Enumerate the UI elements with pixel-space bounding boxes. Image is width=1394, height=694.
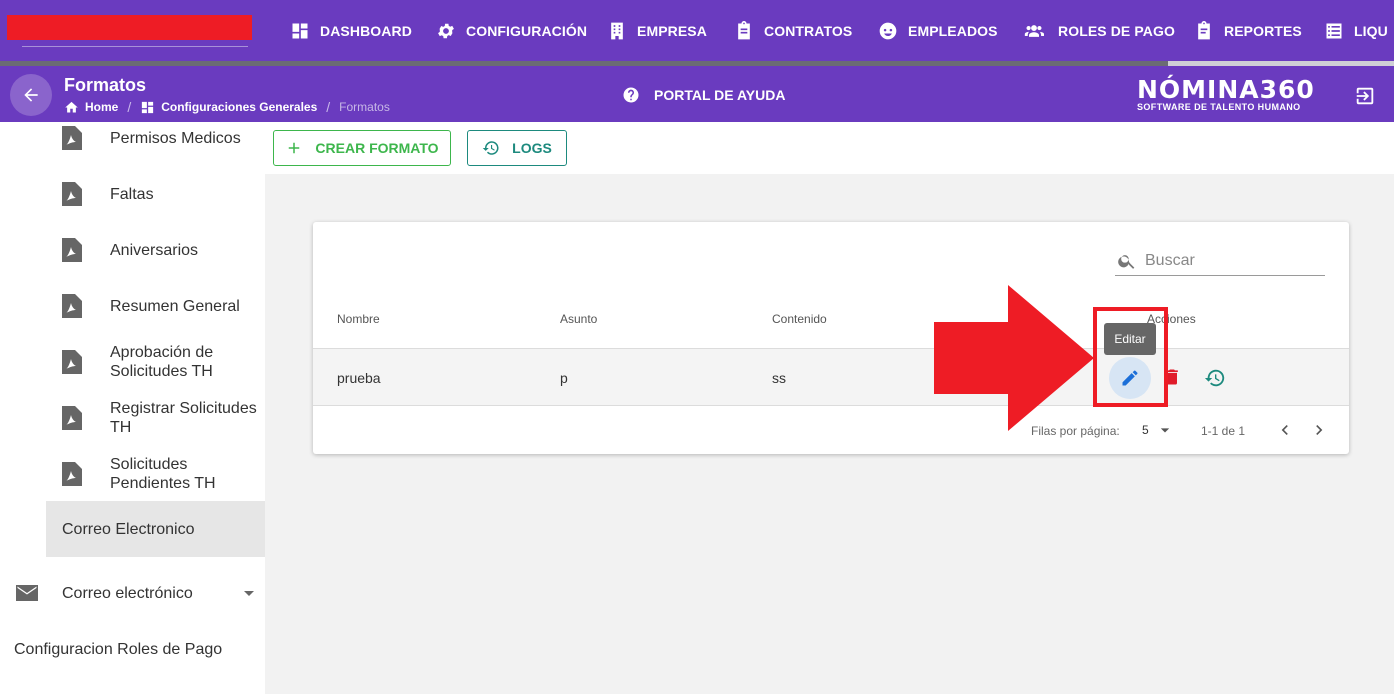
sidebar-item-resumen-general[interactable]: Resumen General	[0, 286, 265, 326]
logo-underline	[22, 46, 248, 47]
face-icon	[879, 22, 897, 40]
formats-table-card: Nombre Asunto Contenido Acciones prueba …	[313, 222, 1349, 454]
gear-icon	[438, 23, 454, 39]
pdf-file-icon	[62, 238, 82, 262]
history-icon	[482, 141, 499, 155]
annotation-highlight-box	[1093, 307, 1168, 407]
breadcrumb-separator: /	[127, 99, 132, 115]
logs-button[interactable]: LOGS	[467, 130, 567, 166]
pdf-file-icon	[62, 462, 82, 486]
sidebar-item-correo-electronico-active[interactable]: Correo Electronico	[46, 501, 265, 557]
help-icon	[623, 87, 639, 103]
breadcrumb-current: Formatos	[339, 100, 390, 114]
rows-per-page-select[interactable]: 5	[1142, 420, 1175, 440]
pdf-file-icon	[62, 350, 82, 374]
page-title: Formatos	[64, 75, 147, 95]
arrow-right-annotation	[934, 285, 1094, 431]
report-icon	[1198, 21, 1210, 40]
help-portal-link[interactable]: PORTAL DE AYUDA	[622, 86, 785, 104]
dashboard-icon	[292, 23, 308, 39]
breadcrumb-home[interactable]: Home	[85, 100, 118, 114]
search-input[interactable]	[1145, 251, 1315, 270]
sidebar-item-permisos-medicos[interactable]: Permisos Medicos	[0, 122, 265, 154]
column-header-nombre[interactable]: Nombre	[337, 312, 380, 326]
page-header: Formatos Home / Configuraciones Generale…	[0, 66, 1394, 122]
pagination-range: 1-1 de 1	[1201, 424, 1246, 438]
nav-roles-de-pago[interactable]: ROLES DE PAGO	[1020, 19, 1175, 43]
create-format-button[interactable]: CREAR FORMATO	[273, 130, 451, 166]
sidebar-item-solicitudes-pendientes[interactable]: Solicitudes Pendientes TH	[0, 454, 265, 494]
cell-asunto: p	[560, 370, 568, 386]
pdf-file-icon	[62, 182, 82, 206]
sidebar-item-aprobacion-solicitudes[interactable]: Aprobación de Solicitudes TH	[0, 342, 265, 382]
sidebar-group-correo-electronico[interactable]: Correo electrónico	[0, 573, 265, 613]
pdf-file-icon	[62, 126, 82, 150]
back-button[interactable]	[10, 74, 52, 116]
nav-configuracion[interactable]: CONFIGURACIÓN	[436, 19, 587, 43]
building-icon	[611, 22, 623, 40]
cell-contenido: ss	[772, 370, 786, 386]
chevron-down-icon	[1160, 428, 1169, 433]
sidebar-group-configuracion-roles[interactable]: Configuracion Roles de Pago	[0, 629, 265, 669]
chevron-down-icon	[244, 591, 254, 596]
cell-nombre: prueba	[337, 370, 381, 386]
nav-liquidaciones[interactable]: LIQU	[1324, 19, 1388, 43]
people-icon	[1024, 25, 1044, 37]
chevron-left-icon	[1281, 425, 1288, 435]
sidebar-item-faltas[interactable]: Faltas	[0, 174, 265, 214]
search-field[interactable]	[1115, 246, 1325, 276]
home-icon	[65, 101, 78, 112]
list-icon	[1326, 23, 1342, 39]
redacted-company-logo	[7, 15, 252, 40]
previous-page-button[interactable]	[1275, 420, 1295, 440]
next-page-button[interactable]	[1309, 420, 1329, 440]
sidebar-item-aniversarios[interactable]: Aniversarios	[0, 230, 265, 270]
logout-icon	[1356, 87, 1374, 105]
chevron-right-icon	[1316, 425, 1323, 435]
arrow-left-icon	[24, 88, 38, 102]
history-icon	[1204, 369, 1225, 387]
nav-reportes[interactable]: REPORTES	[1194, 19, 1302, 43]
mail-icon	[16, 585, 38, 601]
breadcrumb: Home / Configuraciones Generales / Forma…	[64, 99, 390, 115]
annotation-arrow	[934, 285, 1094, 431]
nav-dashboard[interactable]: DASHBOARD	[290, 19, 412, 43]
column-header-contenido[interactable]: Contenido	[772, 312, 827, 326]
sidebar-item-registrar-solicitudes[interactable]: Registrar Solicitudes TH	[0, 398, 265, 438]
sidebar: Permisos Medicos Faltas Aniversarios Res…	[0, 122, 265, 694]
search-icon	[1118, 254, 1135, 269]
top-navigation-bar: DASHBOARD CONFIGURACIÓN EMPRESA CONTRATO…	[0, 0, 1394, 66]
logout-button[interactable]	[1354, 85, 1376, 107]
toolbar: CREAR FORMATO LOGS	[265, 122, 1394, 174]
pdf-file-icon	[62, 406, 82, 430]
nomina360-logo: NÓMINA360 SOFTWARE DE TALENTO HUMANO	[1137, 75, 1315, 112]
breadcrumb-configuraciones[interactable]: Configuraciones Generales	[161, 100, 317, 114]
pdf-file-icon	[62, 294, 82, 318]
nav-contratos[interactable]: CONTRATOS	[734, 19, 852, 43]
table-row[interactable]: prueba p ss	[313, 348, 1349, 406]
clipboard-icon	[738, 21, 750, 40]
column-header-asunto[interactable]: Asunto	[560, 312, 597, 326]
dashboard-icon	[142, 101, 154, 113]
nav-empleados[interactable]: EMPLEADOS	[878, 19, 998, 43]
nav-empresa[interactable]: EMPRESA	[607, 19, 707, 43]
history-button[interactable]	[1204, 367, 1226, 389]
plus-icon	[289, 142, 300, 154]
breadcrumb-separator: /	[326, 99, 331, 115]
